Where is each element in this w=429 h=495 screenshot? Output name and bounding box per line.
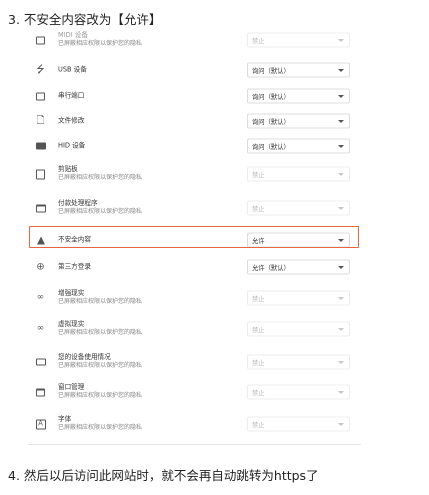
permission-select[interactable]: 禁止 [247, 32, 350, 48]
permission-subtitle: 已屏蔽相应权限以保护您的隐私 [58, 392, 143, 400]
midi-icon [35, 35, 46, 46]
permission-select[interactable]: 禁止 [247, 321, 350, 337]
select-value: 禁止 [252, 171, 265, 179]
insecure-content-highlight [29, 226, 359, 248]
dropdown-arrow-icon [338, 68, 344, 72]
permission-select[interactable]: 禁止 [247, 200, 350, 216]
permission-title: MIDI 设备 [58, 31, 88, 40]
window-management-icon [35, 387, 46, 398]
permission-subtitle: 已屏蔽相应权限以保护您的隐私 [58, 208, 143, 216]
permission-title: 虚拟现实 [58, 320, 85, 329]
select-value: 禁止 [252, 37, 265, 45]
dropdown-arrow-icon [338, 206, 344, 210]
device-usage-icon [35, 357, 46, 368]
usb-icon: ⭍ [36, 64, 45, 75]
dropdown-arrow-icon [338, 38, 344, 42]
dropdown-arrow-icon [338, 296, 344, 300]
select-value: 询问（默认） [252, 67, 290, 75]
permission-title: 剪贴板 [58, 165, 78, 174]
file-edit-icon: 🗋 [36, 115, 45, 126]
dropdown-arrow-icon [338, 94, 344, 98]
permission-title: 窗口管理 [58, 383, 85, 392]
select-value: 询问（默认） [252, 118, 290, 126]
permission-row-midi: MIDI 设备 已屏蔽相应权限以保护您的隐私 禁止 [28, 27, 361, 53]
dropdown-arrow-icon [338, 422, 344, 426]
permission-row-third-party-signin: ⊕ 第三方登录 允许（默认） [28, 254, 361, 280]
select-value: 询问（默认） [252, 143, 290, 151]
permission-title: HID 设备 [58, 141, 86, 150]
select-value: 禁止 [252, 359, 265, 367]
permission-subtitle: 已屏蔽相应权限以保护您的隐私 [58, 40, 143, 48]
permission-row-clipboard: 剪贴板 已屏蔽相应权限以保护您的隐私 禁止 [28, 161, 361, 187]
dropdown-arrow-icon [338, 390, 344, 394]
permission-subtitle: 已屏蔽相应权限以保护您的隐私 [58, 174, 143, 182]
permission-title: 串行端口 [58, 91, 85, 100]
ar-icon: ∞ [36, 292, 45, 303]
permission-select[interactable]: 禁止 [247, 384, 350, 400]
select-value: 禁止 [252, 326, 265, 334]
permission-subtitle: 已屏蔽相应权限以保护您的隐私 [58, 298, 143, 306]
third-party-signin-icon: ⊕ [36, 261, 45, 272]
vr-icon: ∞ [36, 323, 45, 334]
permission-row-augmented-reality: ∞ 增强现实 已屏蔽相应权限以保护您的隐私 禁止 [28, 285, 361, 311]
permission-title: 增强现实 [58, 289, 85, 298]
dropdown-arrow-icon [338, 265, 344, 269]
permission-row-usb: ⭍ USB 设备 询问（默认） [28, 57, 361, 83]
hid-device-icon [35, 141, 46, 152]
permission-select[interactable]: 禁止 [247, 166, 350, 182]
dropdown-arrow-icon [338, 360, 344, 364]
step-4-heading: 4. 然后以后访问此网站时，就不会再自动跳转为https了 [8, 468, 319, 483]
select-value: 禁止 [252, 295, 265, 303]
dropdown-arrow-icon [338, 327, 344, 331]
dropdown-arrow-icon [338, 119, 344, 123]
select-value: 禁止 [252, 421, 265, 429]
dropdown-arrow-icon [338, 172, 344, 176]
clipboard-icon [35, 169, 46, 180]
select-value: 禁止 [252, 389, 265, 397]
dropdown-arrow-icon [338, 144, 344, 148]
permission-select[interactable]: 询问（默认） [247, 88, 350, 104]
permission-row-virtual-reality: ∞ 虚拟现实 已屏蔽相应权限以保护您的隐私 禁止 [28, 316, 361, 342]
permission-subtitle: 已屏蔽相应权限以保护您的隐私 [58, 329, 143, 337]
permission-select[interactable]: 询问（默认） [247, 138, 350, 154]
permission-title: USB 设备 [58, 65, 87, 74]
permission-title: 付款处理程序 [58, 199, 98, 208]
permission-select[interactable]: 禁止 [247, 290, 350, 306]
permission-row-hid: HID 设备 询问（默认） [28, 133, 361, 159]
permission-select[interactable]: 询问（默认） [247, 62, 350, 78]
permission-row-device-usage: 您的设备使用情况 已屏蔽相应权限以保护您的隐私 禁止 [28, 349, 361, 375]
permission-select[interactable]: 禁止 [247, 416, 350, 432]
select-value: 允许（默认） [252, 264, 290, 272]
permission-select[interactable]: 询问（默认） [247, 113, 350, 129]
payment-icon [35, 203, 46, 214]
permission-row-file-edit: 🗋 文件修改 询问（默认） [28, 108, 361, 134]
permission-row-payment-handler: 付款处理程序 已屏蔽相应权限以保护您的隐私 禁止 [28, 195, 361, 221]
permission-row-serial-port: 串行端口 询问（默认） [28, 83, 361, 109]
font-icon: A [35, 419, 46, 430]
permission-select[interactable]: 禁止 [247, 354, 350, 370]
permission-title: 您的设备使用情况 [58, 353, 111, 362]
select-value: 禁止 [252, 205, 265, 213]
permission-title: 第三方登录 [58, 262, 91, 271]
step-3-heading: 3. 不安全内容改为【允许】 [8, 12, 162, 27]
permission-subtitle: 已屏蔽相应权限以保护您的隐私 [58, 424, 143, 432]
permission-subtitle: 已屏蔽相应权限以保护您的隐私 [58, 362, 143, 370]
select-value: 询问（默认） [252, 93, 290, 101]
permission-select[interactable]: 允许（默认） [247, 259, 350, 275]
permission-title: 字体 [58, 415, 72, 424]
permission-title: 文件修改 [58, 116, 85, 125]
permission-row-fonts: A 字体 已屏蔽相应权限以保护您的隐私 禁止 [28, 411, 361, 437]
permission-row-window-management: 窗口管理 已屏蔽相应权限以保护您的隐私 禁止 [28, 379, 361, 405]
serial-port-icon [35, 91, 46, 102]
